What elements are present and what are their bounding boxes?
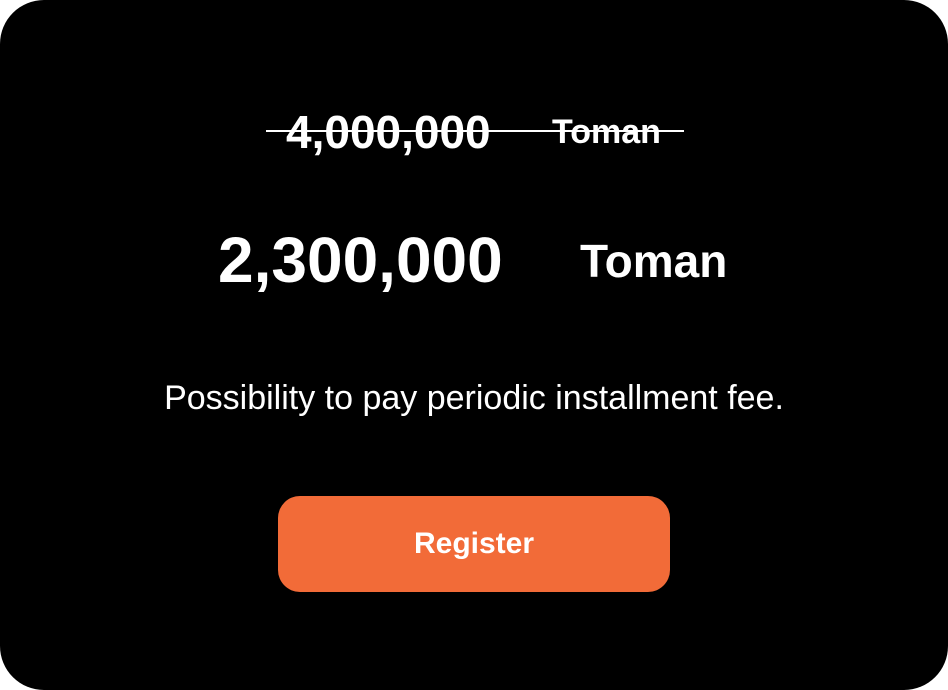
installment-note: Possibility to pay periodic installment … xyxy=(164,379,784,417)
pricing-card: 4,000,000 Toman 2,300,000 Toman Possibil… xyxy=(0,0,948,690)
new-price-currency: Toman xyxy=(580,235,728,287)
new-price-amount: 2,300,000 xyxy=(218,224,503,296)
old-price-currency: Toman xyxy=(552,113,661,151)
register-button[interactable]: Register xyxy=(278,496,670,592)
new-price: 2,300,000 Toman xyxy=(218,224,758,296)
old-price-strikethrough xyxy=(266,130,684,132)
old-price-amount: 4,000,000 xyxy=(286,106,491,158)
old-price: 4,000,000 Toman xyxy=(266,104,684,156)
